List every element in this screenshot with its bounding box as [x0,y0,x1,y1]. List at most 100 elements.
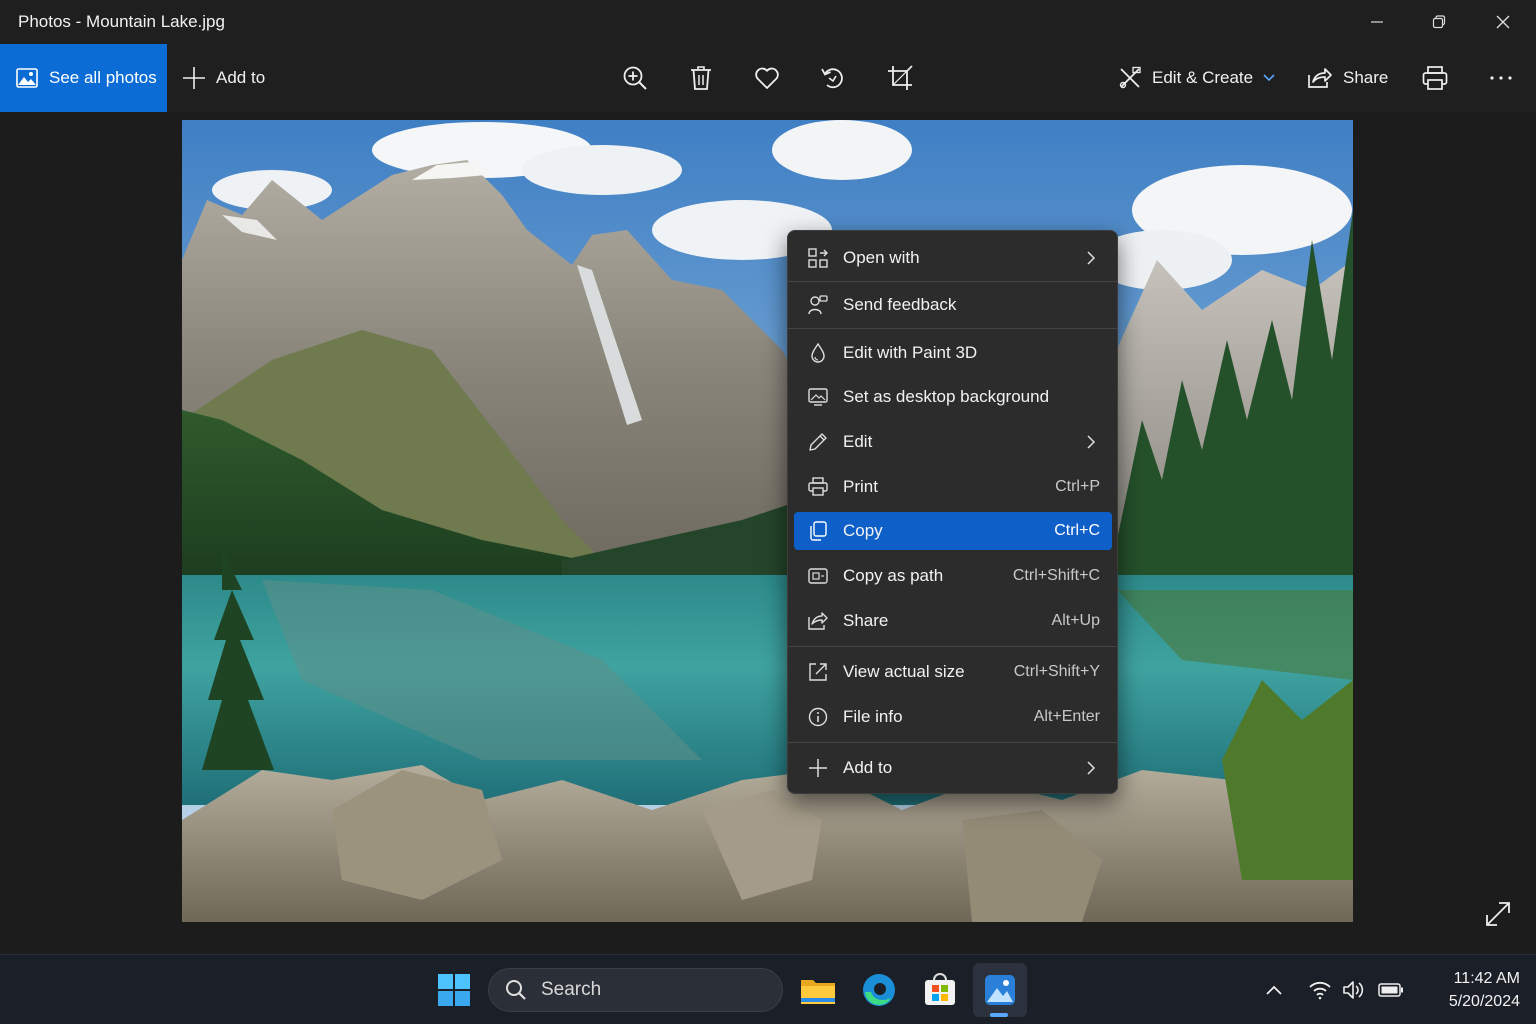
menu-item-shortcut: Ctrl+C [1054,522,1100,539]
zoom-in-button[interactable] [619,62,651,94]
expand-icon [1486,902,1510,926]
share-icon [1308,68,1332,88]
menu-item-print[interactable]: Print Ctrl+P [794,468,1112,506]
menu-item-edit-paint3d[interactable]: Edit with Paint 3D [794,334,1112,372]
photos-icon [985,975,1015,1005]
see-all-photos-label: See all photos [49,68,157,87]
wifi-icon [1309,981,1331,1000]
add-to-label: Add to [216,68,266,87]
crop-icon [888,65,913,90]
feedback-icon [808,295,828,315]
favorite-button[interactable] [751,62,783,94]
taskbar-search[interactable]: Search [488,968,783,1012]
wifi-button[interactable] [1305,975,1335,1005]
menu-item-share[interactable]: Share Alt+Up [794,602,1112,640]
mountain-lake-photo[interactable] [182,120,1353,922]
menu-item-file-info[interactable]: File info Alt+Enter [794,698,1112,736]
more-options-button[interactable] [1485,62,1517,94]
menu-item-edit[interactable]: Edit [794,423,1112,461]
menu-item-shortcut: Ctrl+Shift+Y [1013,663,1100,680]
menu-item-label: View actual size [843,662,965,681]
menu-item-add-to[interactable]: Add to [794,749,1112,787]
info-icon [808,707,828,727]
clock[interactable]: 11:42 AM 5/20/2024 [1410,967,1520,1013]
menu-item-label: Open with [843,248,920,267]
share-button[interactable]: Share [1307,44,1388,112]
favorite-icon [755,67,779,89]
actual-size-icon [809,663,827,681]
volume-button[interactable] [1339,975,1369,1005]
window-title: Photos - Mountain Lake.jpg [18,12,225,31]
show-hidden-icons-button[interactable] [1259,975,1289,1005]
plus-icon [809,759,827,777]
menu-separator [788,328,1117,329]
delete-icon [691,66,711,90]
share-icon [808,612,828,630]
zoom-in-icon [623,66,647,90]
battery-button[interactable] [1376,975,1406,1005]
title-bar: Photos - Mountain Lake.jpg [0,0,1536,44]
rotate-button[interactable] [817,62,849,94]
chevron-up-icon [1266,985,1282,995]
menu-item-label: Print [843,477,878,496]
toolbar: See all photos Add to Edit & Create Shar… [0,44,1536,112]
chevron-right-icon [1087,435,1096,449]
plus-icon [183,67,205,89]
menu-item-copy-as-path[interactable]: Copy as path Ctrl+Shift+C [794,557,1112,595]
edit-create-icon [1119,66,1141,89]
menu-item-set-desktop-background[interactable]: Set as desktop background [794,378,1112,416]
crop-button[interactable] [884,62,916,94]
menu-item-label: Edit [843,432,873,451]
edit-create-button[interactable]: Edit & Create [1118,44,1275,112]
restore-icon [1432,15,1446,29]
landscape-image [182,120,1353,922]
store-button[interactable] [913,963,967,1017]
see-all-photos-button[interactable]: See all photos [0,44,167,112]
menu-item-shortcut: Alt+Up [1051,612,1100,629]
copy-icon [810,521,827,541]
search-icon [506,980,526,1000]
gallery-icon [16,68,38,88]
minimize-icon [1371,21,1383,23]
minimize-button[interactable] [1346,0,1408,44]
menu-item-label: Copy as path [843,566,944,585]
fullscreen-button[interactable] [1482,898,1514,930]
edge-icon [863,974,895,1006]
close-button[interactable] [1472,0,1534,44]
desktop-background-icon [808,388,828,406]
volume-icon [1343,981,1364,999]
menu-item-open-with[interactable]: Open with [794,239,1112,277]
store-icon [925,973,955,1005]
photos-button[interactable] [973,963,1027,1017]
share-label: Share [1343,68,1389,87]
menu-item-label: File info [843,707,903,726]
restore-button[interactable] [1408,0,1470,44]
menu-item-copy[interactable]: Copy Ctrl+C [794,512,1112,550]
menu-item-view-actual-size[interactable]: View actual size Ctrl+Shift+Y [794,653,1112,691]
chevron-right-icon [1087,761,1096,775]
print-button[interactable] [1419,62,1451,94]
edge-button[interactable] [852,963,906,1017]
menu-item-send-feedback[interactable]: Send feedback [794,286,1112,324]
file-explorer-button[interactable] [791,963,845,1017]
taskbar: Search 11:42 AM 5/20/2024 [0,954,1536,1024]
rotate-icon [821,68,843,89]
menu-item-label: Set as desktop background [843,387,1050,406]
open-with-icon [808,248,828,268]
file-explorer-icon [801,980,835,1004]
delete-button[interactable] [685,62,717,94]
add-to-button[interactable]: Add to [182,44,265,112]
menu-item-shortcut: Ctrl+P [1055,478,1100,495]
printer-icon [808,477,828,496]
active-app-indicator [990,1013,1008,1017]
menu-separator [788,281,1117,282]
clock-time: 11:42 AM [1453,970,1520,987]
chevron-right-icon [1087,251,1096,265]
context-menu: Open with Send feedback Edit with Paint … [787,230,1118,794]
close-icon [1496,15,1510,29]
menu-item-label: Edit with Paint 3D [843,343,978,362]
pencil-icon [809,433,827,451]
menu-item-label: Send feedback [843,295,957,314]
chevron-down-icon [1263,74,1275,82]
start-button[interactable] [427,963,481,1017]
